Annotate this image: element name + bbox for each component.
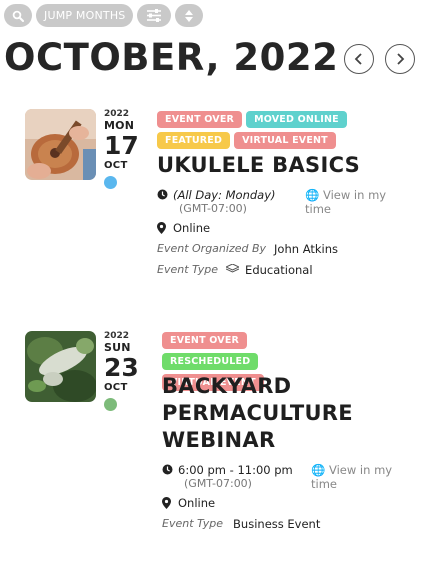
tag-rescheduled: RESCHEDULED	[162, 353, 259, 370]
tag-featured: FEATURED	[157, 132, 231, 149]
event-title-line: PERMACULTURE	[162, 401, 353, 425]
event-type-value: Educational	[245, 263, 313, 277]
search-icon	[12, 10, 24, 22]
globe-icon: 🌐	[305, 188, 320, 202]
month-title: OCTOBER, 2022	[4, 36, 339, 79]
event-time-text: (All Day: Monday)	[173, 188, 276, 202]
chevron-right-icon	[397, 53, 405, 65]
event-type-label: Event Type	[157, 263, 219, 276]
prev-month-button[interactable]	[344, 44, 374, 74]
layers-icon	[218, 263, 245, 277]
clock-icon	[157, 188, 173, 203]
view-in-my-time-link[interactable]: 🌐 View in my time	[311, 463, 401, 491]
event-title[interactable]: UKULELE BASICS	[157, 152, 360, 179]
event-month: OCT	[104, 160, 128, 171]
tag-moved-online: MOVED ONLINE	[246, 111, 347, 128]
sort-button[interactable]	[175, 4, 204, 27]
permaculture-photo	[25, 331, 96, 402]
event-title[interactable]: BACKYARD PERMACULTURE WEBINAR	[162, 373, 353, 454]
event-title-line: BACKYARD	[162, 374, 292, 398]
event-month: OCT	[104, 382, 128, 393]
organizer-label: Event Organized By	[157, 242, 267, 255]
event-date: 2022 MON 17 OCT	[104, 109, 144, 189]
event-type-label: Event Type	[162, 517, 224, 530]
ukulele-photo	[25, 109, 96, 180]
chevron-left-icon	[354, 53, 362, 65]
tag-event-over: EVENT OVER	[157, 111, 243, 128]
event-timezone: (GMT-07:00)	[184, 477, 252, 490]
event-type: Event Type Business Event	[162, 517, 320, 531]
event-day: 23	[104, 353, 139, 382]
event-location: Online	[157, 221, 210, 237]
event-location-text: Online	[173, 221, 211, 235]
event-day: 17	[104, 131, 139, 160]
tag-virtual-event: VIRTUAL EVENT	[234, 132, 336, 149]
event-color-dot	[104, 176, 117, 189]
map-pin-icon	[157, 221, 173, 237]
event-location-text: Online	[178, 496, 216, 510]
next-month-button[interactable]	[385, 44, 415, 74]
clock-icon	[162, 463, 178, 478]
event-time-text: 6:00 pm - 11:00 pm	[178, 463, 293, 477]
event-color-dot	[104, 398, 117, 411]
event-time: (All Day: Monday) (GMT-07:00)	[157, 188, 297, 215]
event-image-permaculture[interactable]	[25, 331, 96, 402]
organizer-name[interactable]: John Atkins	[266, 242, 338, 256]
sliders-icon	[147, 9, 162, 22]
event-title-line: WEBINAR	[162, 428, 276, 452]
event-date: 2022 SUN 23 OCT	[104, 331, 144, 411]
event-organizer: Event Organized By John Atkins	[157, 242, 338, 256]
event-tags: EVENT OVER MOVED ONLINE FEATURED VIRTUAL…	[157, 111, 347, 149]
calendar-toolbar: JUMP MONTHS	[4, 4, 204, 27]
event-image-ukulele[interactable]	[25, 109, 96, 180]
sort-icon	[185, 9, 194, 22]
map-pin-icon	[162, 496, 178, 512]
event-type: Event Type Educational	[157, 263, 313, 277]
filter-button[interactable]	[137, 4, 172, 27]
globe-icon: 🌐	[311, 463, 326, 477]
jump-months-button[interactable]: JUMP MONTHS	[36, 4, 134, 27]
event-location: Online	[162, 496, 215, 512]
event-timezone: (GMT-07:00)	[179, 202, 247, 215]
search-button[interactable]	[4, 4, 32, 27]
tag-event-over: EVENT OVER	[162, 332, 248, 349]
event-type-value: Business Event	[233, 517, 321, 531]
view-in-my-time-link[interactable]: 🌐 View in my time	[305, 188, 395, 216]
event-time: 6:00 pm - 11:00 pm (GMT-07:00)	[162, 463, 312, 490]
